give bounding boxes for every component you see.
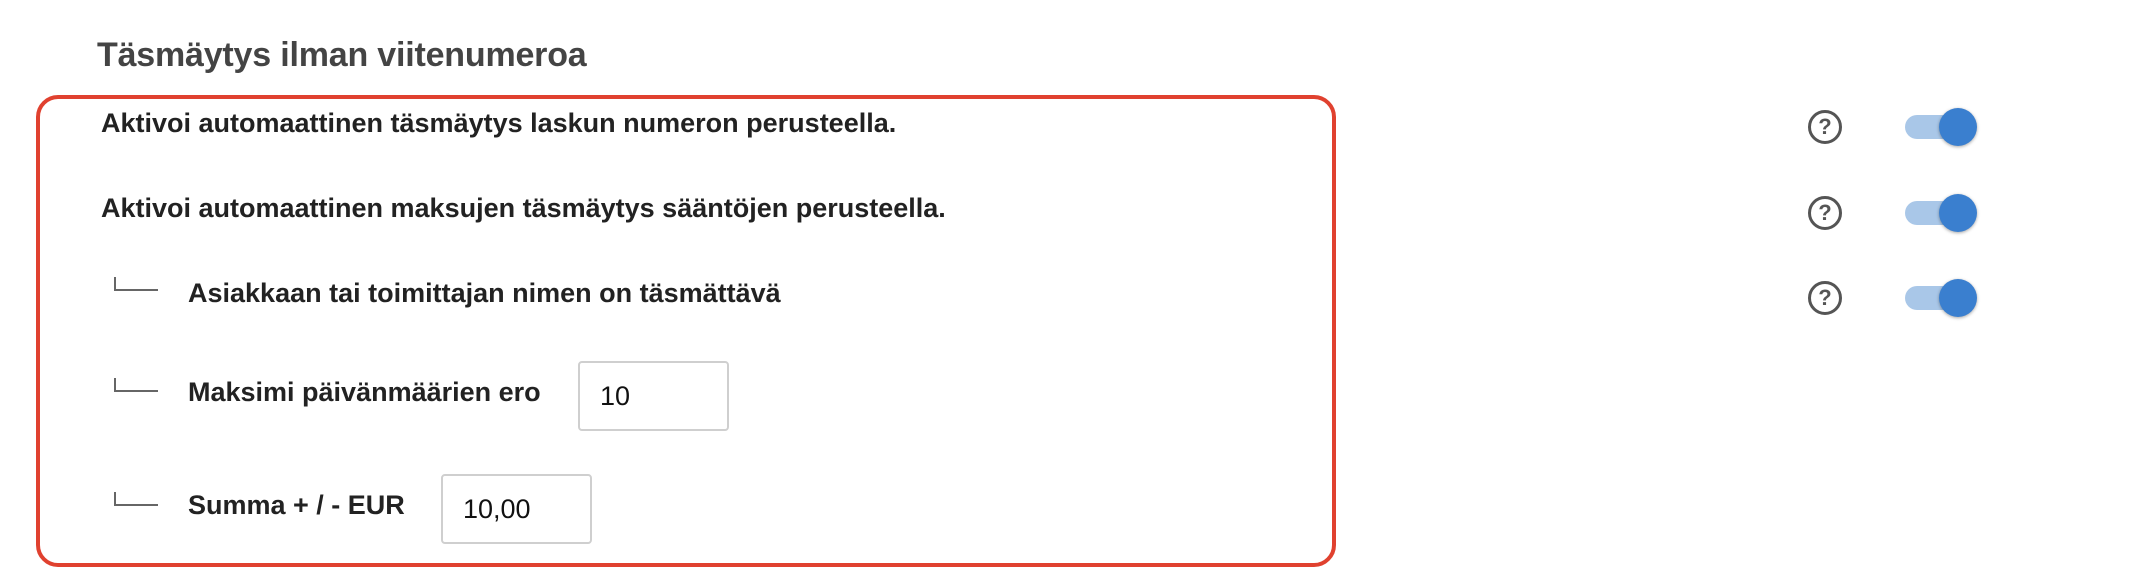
amount-tolerance-label: Summa + / - EUR xyxy=(188,490,405,520)
question-circle-icon[interactable]: ? xyxy=(1808,281,1842,315)
question-circle-icon[interactable]: ? xyxy=(1808,110,1842,144)
tree-connector-icon xyxy=(114,277,158,291)
amount-tolerance-input[interactable] xyxy=(441,474,592,544)
toggle-thumb xyxy=(1939,279,1977,317)
question-circle-icon[interactable]: ? xyxy=(1808,196,1842,230)
name-must-match-toggle[interactable] xyxy=(1905,278,1977,318)
toggle-thumb xyxy=(1939,194,1977,232)
invoice-number-matching-toggle[interactable] xyxy=(1905,107,1977,147)
invoice-number-matching-label: Aktivoi automaattinen täsmäytys laskun n… xyxy=(101,108,897,138)
help-glyph: ? xyxy=(1818,200,1832,225)
toggle-thumb xyxy=(1939,108,1977,146)
max-date-difference-label: Maksimi päivänmäärien ero xyxy=(188,377,541,407)
section-title: Täsmäytys ilman viitenumeroa xyxy=(97,36,587,74)
tree-connector-icon xyxy=(114,378,158,392)
rule-based-matching-toggle[interactable] xyxy=(1905,193,1977,233)
help-glyph: ? xyxy=(1818,285,1832,310)
tree-connector-icon xyxy=(114,492,158,506)
help-glyph: ? xyxy=(1818,114,1832,139)
rule-based-matching-label: Aktivoi automaattinen maksujen täsmäytys… xyxy=(101,193,946,223)
max-date-difference-input[interactable] xyxy=(578,361,729,431)
name-must-match-label: Asiakkaan tai toimittajan nimen on täsmä… xyxy=(188,278,781,308)
